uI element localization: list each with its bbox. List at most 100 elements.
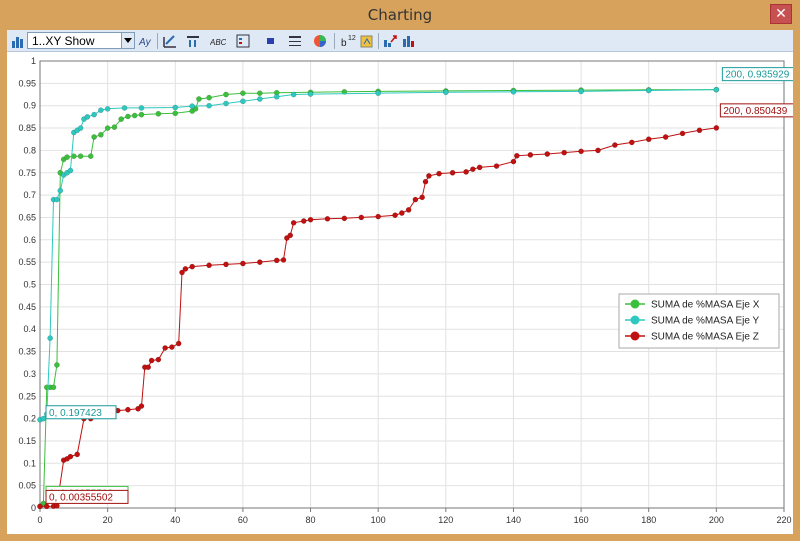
- charting-window: Charting ✕ 1..XY Show Ay ABC b 12 0 0.05…: [0, 0, 800, 541]
- axis-tool-icon[interactable]: Ay: [138, 33, 154, 49]
- data-point: [544, 151, 551, 157]
- y-tick-label: 0.85: [18, 123, 36, 133]
- data-point: [223, 91, 229, 98]
- data-point: [77, 125, 84, 131]
- superscript-icon[interactable]: b 12: [340, 33, 356, 49]
- print-icon[interactable]: [401, 33, 417, 49]
- data-point: [645, 87, 652, 94]
- y-tick-label: 0.7: [23, 190, 36, 200]
- y-tick-label: 0.15: [18, 436, 36, 446]
- y-tick-label: 0.5: [23, 280, 36, 290]
- legend-entry: SUMA de %MASA Eje Z: [651, 332, 759, 343]
- legend-icon[interactable]: [235, 33, 251, 49]
- y-tick-label: 0.4: [23, 324, 36, 334]
- data-point: [74, 451, 81, 458]
- close-button[interactable]: ✕: [770, 4, 792, 24]
- data-point: [422, 178, 429, 185]
- y-tick-label: 0.9: [23, 101, 36, 111]
- svg-text:Ay: Ay: [138, 37, 152, 48]
- data-point: [155, 356, 162, 363]
- data-point: [358, 214, 365, 221]
- data-point: [470, 166, 476, 173]
- data-point: [412, 196, 419, 203]
- data-point: [206, 94, 212, 101]
- toolbar-separator: [334, 33, 335, 49]
- svg-text:12: 12: [348, 35, 356, 42]
- data-point: [307, 91, 314, 97]
- data-point: [67, 453, 74, 460]
- data-point: [375, 213, 382, 220]
- data-point: [87, 153, 94, 160]
- data-point: [104, 125, 111, 131]
- data-point: [449, 169, 456, 176]
- data-point: [510, 88, 517, 95]
- start-label-y: 0, 0.197423: [49, 408, 102, 419]
- data-point: [138, 105, 145, 111]
- data-point: [206, 262, 212, 269]
- data-point: [54, 502, 60, 509]
- y-tick-label: 1: [31, 56, 36, 66]
- data-point: [628, 139, 635, 146]
- data-point: [155, 110, 162, 117]
- data-point: [392, 212, 398, 219]
- data-point: [324, 215, 331, 222]
- data-point: [307, 216, 314, 223]
- data-point: [40, 415, 47, 422]
- chevron-down-icon[interactable]: [121, 33, 134, 48]
- data-point: [223, 261, 229, 268]
- data-point: [169, 344, 175, 350]
- data-point: [426, 173, 432, 179]
- data-point: [111, 124, 118, 131]
- x-tick-label: 120: [438, 515, 453, 525]
- data-point: [206, 102, 212, 109]
- toolbar-separator: [378, 33, 379, 49]
- data-point: [713, 86, 720, 93]
- data-point: [527, 152, 534, 158]
- data-point: [175, 340, 182, 347]
- y-tick-label: 0.05: [18, 481, 36, 491]
- export-icon[interactable]: [382, 33, 398, 49]
- labels-abc-icon[interactable]: ABC: [210, 33, 226, 49]
- chart-type-icon[interactable]: [10, 33, 26, 49]
- chart-type-selector[interactable]: 1..XY Show: [27, 32, 135, 49]
- x-tick-label: 20: [103, 515, 113, 525]
- y-tick-label: 0.1: [23, 458, 36, 468]
- legend-swatch-marker: [630, 299, 640, 309]
- data-point: [300, 218, 307, 224]
- data-point: [436, 170, 442, 177]
- y-tick-label: 0.6: [23, 235, 36, 245]
- line-style-icon[interactable]: [287, 33, 303, 49]
- data-point: [419, 194, 425, 201]
- data-point: [91, 111, 97, 118]
- data-point: [148, 357, 155, 364]
- color-wheel-icon[interactable]: [312, 33, 328, 49]
- legend-swatch-marker: [630, 331, 640, 341]
- client-area: 1..XY Show Ay ABC b 12 0 0.05 0.1 0.15 0…: [7, 30, 793, 534]
- data-point: [662, 134, 669, 140]
- data-point: [256, 259, 263, 265]
- y-tick-label: 0.35: [18, 347, 36, 357]
- data-point: [405, 207, 412, 213]
- data-point: [172, 110, 179, 117]
- y-tick-label: 0.55: [18, 257, 36, 267]
- data-point: [256, 90, 263, 97]
- data-point: [47, 335, 53, 341]
- data-point: [341, 215, 348, 222]
- xy-chart: 0 0.05 0.1 0.15 0.2 0.25 0.3 0.35 0.4 0.45 0.5 0.55…: [7, 52, 793, 534]
- title-bar[interactable]: Charting ✕: [0, 0, 800, 30]
- legend-entry: SUMA de %MASA Eje Y: [651, 316, 760, 327]
- data-point: [54, 362, 60, 368]
- marker-icon[interactable]: [263, 33, 279, 49]
- edit-series-icon[interactable]: [162, 33, 178, 49]
- data-point: [145, 364, 152, 371]
- svg-text:b: b: [341, 38, 347, 49]
- series-options-icon[interactable]: [185, 33, 201, 49]
- data-point: [57, 187, 64, 194]
- data-point: [510, 158, 517, 165]
- y-tick-label: 0.25: [18, 391, 36, 401]
- data-point: [50, 384, 57, 391]
- toolbar-separator: [157, 33, 158, 49]
- data-point: [189, 103, 196, 109]
- copy-chart-icon[interactable]: [359, 33, 375, 49]
- data-point: [125, 113, 131, 120]
